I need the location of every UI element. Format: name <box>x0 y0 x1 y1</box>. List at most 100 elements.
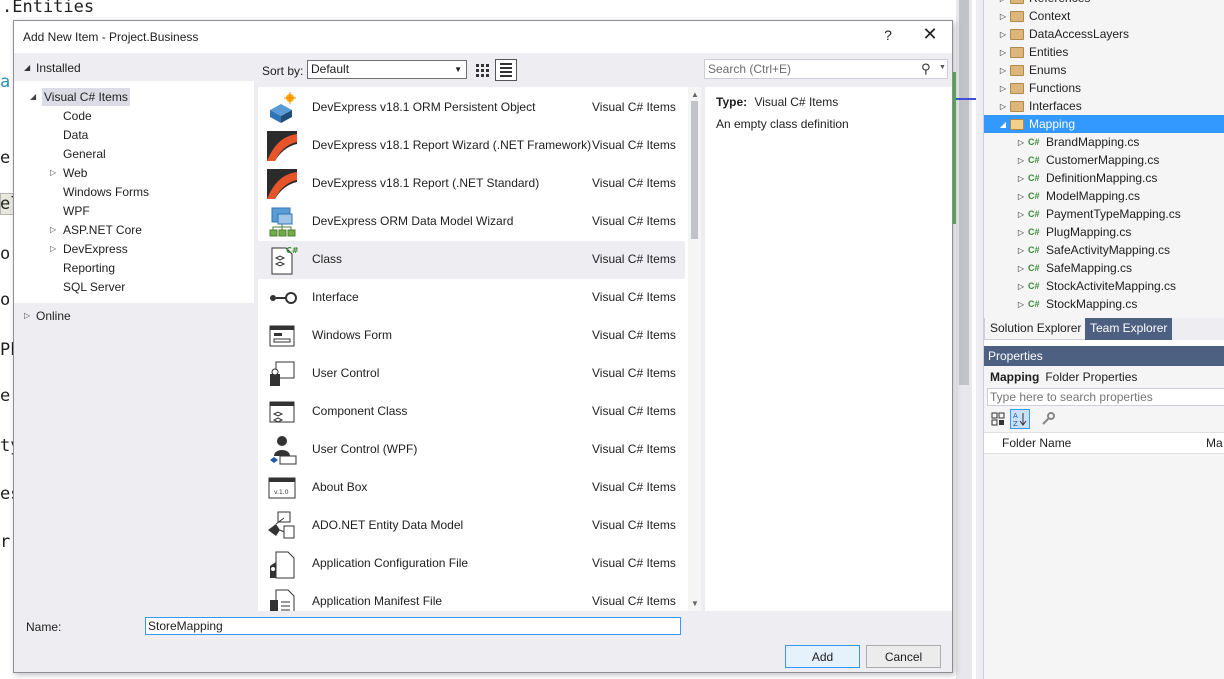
expand-right-icon[interactable]: ▷ <box>984 228 1028 237</box>
solution-item[interactable]: ▷ C# PlugMapping.cs <box>984 223 1224 241</box>
template-item[interactable]: User Control Visual C# Items <box>258 355 685 393</box>
solution-item[interactable]: ▷ C# CustomerMapping.cs <box>984 151 1224 169</box>
solution-item[interactable]: ▷ C# SafeMapping.cs <box>984 259 1224 277</box>
expand-right-icon[interactable]: ▷ <box>984 102 1010 111</box>
search-options-chevron-icon[interactable]: ▼ <box>939 64 946 71</box>
cancel-button[interactable]: Cancel <box>866 645 941 668</box>
category-item[interactable]: WPF <box>63 202 90 220</box>
scroll-thumb[interactable] <box>959 0 969 385</box>
template-item[interactable]: ADO.NET Entity Data Model Visual C# Items <box>258 507 685 545</box>
report-wizard-icon <box>266 130 298 162</box>
template-item[interactable]: Windows Form Visual C# Items <box>258 317 685 355</box>
template-item[interactable]: User Control (WPF) Visual C# Items <box>258 431 685 469</box>
solution-item[interactable]: ▷ Interfaces <box>984 97 1224 115</box>
expand-right-icon[interactable]: ▷ <box>984 12 1010 21</box>
search-icon[interactable]: ⚲ <box>921 61 931 77</box>
category-item[interactable]: Code <box>63 107 92 125</box>
properties-search-input[interactable] <box>987 388 1224 406</box>
alphabetical-sort-icon[interactable]: AZ <box>1010 409 1030 429</box>
category-item[interactable]: General <box>63 145 106 163</box>
category-item[interactable]: Windows Forms <box>63 183 149 201</box>
category-item[interactable]: Web <box>63 164 87 182</box>
expand-right-icon[interactable]: ▷ <box>984 300 1028 309</box>
online-node[interactable]: ▷ Online <box>14 307 254 327</box>
categorized-icon[interactable] <box>988 409 1008 429</box>
category-item[interactable]: DevExpress <box>63 240 128 258</box>
expand-right-icon[interactable]: ▷ <box>984 0 1010 3</box>
add-button[interactable]: Add <box>785 645 860 668</box>
expand-right-icon[interactable]: ▷ <box>984 84 1010 93</box>
editor-scrollbar[interactable] <box>956 0 972 679</box>
template-item[interactable]: Interface Visual C# Items <box>258 279 685 317</box>
expand-right-icon[interactable]: ▷ <box>984 174 1028 183</box>
template-list[interactable]: DevExpress v18.1 ORM Persistent Object Vi… <box>258 87 701 611</box>
scroll-thumb[interactable] <box>691 101 698 239</box>
expand-right-icon[interactable]: ▷ <box>50 240 56 258</box>
category-item[interactable]: SQL Server <box>63 278 125 296</box>
template-search-input[interactable] <box>705 60 910 78</box>
list-view-button[interactable] <box>495 59 517 81</box>
solution-item[interactable]: ▷ C# StockActiviteMapping.cs <box>984 277 1224 295</box>
solution-item[interactable]: ▷ DataAccessLayers <box>984 25 1224 43</box>
template-item[interactable]: DevExpress ORM Data Model Wizard Visual C… <box>258 203 685 241</box>
template-item[interactable]: C# Class Visual C# Items <box>258 241 685 279</box>
solution-item[interactable]: ▷ C# PaymentTypeMapping.cs <box>984 205 1224 223</box>
sort-by-select[interactable]: Default ▼ <box>307 60 467 79</box>
installed-header[interactable]: ◢ Installed <box>14 57 254 79</box>
expand-right-icon[interactable]: ▷ <box>984 282 1028 291</box>
solution-item[interactable]: ▷ Entities <box>984 43 1224 61</box>
solution-item[interactable]: ▷ C# StockMapping.cs <box>984 295 1224 313</box>
expand-right-icon[interactable]: ▷ <box>984 264 1028 273</box>
properties-object-selector[interactable]: Mapping Folder Properties <box>984 366 1224 388</box>
code-line: e <box>0 386 11 406</box>
template-item[interactable]: Component Class Visual C# Items <box>258 393 685 431</box>
solution-item[interactable]: ▷ Enums <box>984 61 1224 79</box>
expand-right-icon[interactable]: ▷ <box>50 164 56 182</box>
scroll-up-icon[interactable]: ▲ <box>691 90 699 99</box>
category-item[interactable]: Reporting <box>63 259 115 277</box>
solution-item[interactable]: ▷ C# DefinitionMapping.cs <box>984 169 1224 187</box>
expand-right-icon[interactable]: ▷ <box>984 192 1028 201</box>
expand-right-icon[interactable]: ▷ <box>984 48 1010 57</box>
expand-right-icon[interactable]: ▷ <box>984 210 1028 219</box>
wrench-icon[interactable] <box>1038 409 1058 429</box>
help-button[interactable]: ? <box>880 27 896 43</box>
solution-item[interactable]: ▷ References <box>984 0 1224 7</box>
dialog-titlebar[interactable]: Add New Item - Project.Business ? ✕ <box>14 21 952 53</box>
expand-right-icon[interactable]: ▷ <box>984 156 1028 165</box>
solution-item[interactable]: ▷ C# SafeActivityMapping.cs <box>984 241 1224 259</box>
panel-splitter[interactable] <box>976 0 984 679</box>
tab-solution-explorer[interactable]: Solution Explorer <box>984 318 1088 340</box>
solution-explorer-tree[interactable]: ▷ References ▷ Context ▷ DataAccessLayers ▷ Ent… <box>984 0 1224 318</box>
solution-item[interactable]: ▷ Context <box>984 7 1224 25</box>
template-item[interactable]: Application Manifest File Visual C# Items <box>258 583 685 611</box>
category-item[interactable]: ASP.NET Core <box>63 221 142 239</box>
scroll-down-icon[interactable]: ▼ <box>691 599 699 608</box>
template-item[interactable]: Application Configuration File Visual C# … <box>258 545 685 583</box>
close-button[interactable]: ✕ <box>920 24 940 45</box>
category-item[interactable]: Data <box>63 126 88 144</box>
category-item[interactable]: Visual C# Items <box>42 88 130 106</box>
expand-right-icon[interactable]: ▷ <box>984 66 1010 75</box>
expand-right-icon[interactable]: ▷ <box>984 30 1010 39</box>
template-item[interactable]: DevExpress v18.1 Report Wizard (.NET Fra… <box>258 127 685 165</box>
template-item[interactable]: v.1.0 About Box Visual C# Items <box>258 469 685 507</box>
solution-item[interactable]: ◢ Mapping <box>984 115 1224 133</box>
small-icons-view-button[interactable] <box>471 59 493 81</box>
tab-team-explorer[interactable]: Team Explorer <box>1085 318 1173 340</box>
template-search-box[interactable]: ⚲ ▼ <box>704 59 948 79</box>
template-item[interactable]: DevExpress v18.1 Report (.NET Standard) V… <box>258 165 685 203</box>
property-row[interactable]: Folder Name Ma <box>984 432 1224 454</box>
expand-down-icon[interactable]: ◢ <box>30 88 36 106</box>
solution-item[interactable]: ▷ C# BrandMapping.cs <box>984 133 1224 151</box>
expand-right-icon[interactable]: ▷ <box>50 221 56 239</box>
template-item[interactable]: DevExpress v18.1 ORM Persistent Object Vi… <box>258 89 685 127</box>
template-category-tree[interactable]: ◢ Visual C# Items Code Data General ▷ Web Windo… <box>14 81 254 303</box>
solution-item[interactable]: ▷ Functions <box>984 79 1224 97</box>
template-list-scrollbar[interactable]: ▲ ▼ <box>688 87 701 611</box>
solution-item[interactable]: ▷ C# ModelMapping.cs <box>984 187 1224 205</box>
name-input[interactable] <box>145 617 681 635</box>
expand-right-icon[interactable]: ▷ <box>984 138 1028 147</box>
expand-right-icon[interactable]: ▷ <box>984 246 1028 255</box>
expand-down-icon[interactable]: ◢ <box>984 120 1010 129</box>
